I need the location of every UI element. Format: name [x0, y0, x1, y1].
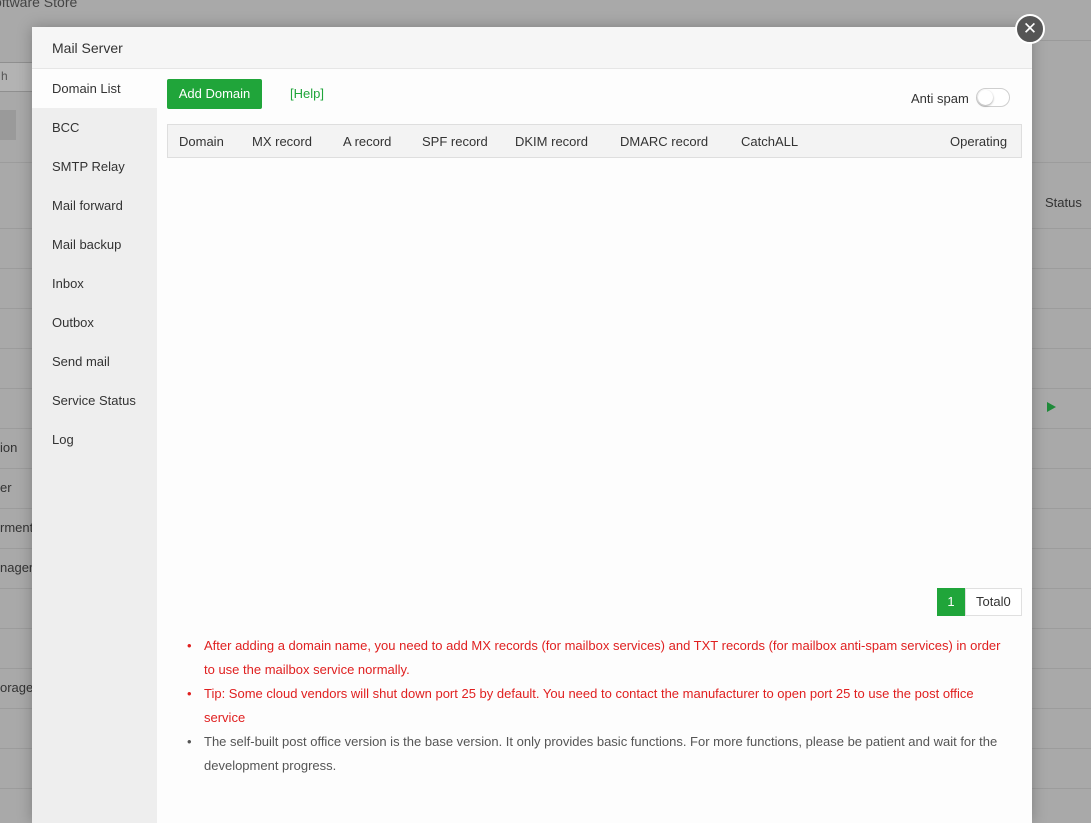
column-header-catchall: CatchALL: [741, 134, 799, 149]
sidebar-item-outbox[interactable]: Outbox: [32, 303, 157, 342]
sidebar-item-mail-forward[interactable]: Mail forward: [32, 186, 157, 225]
background-row-label: orage: [0, 680, 34, 695]
add-domain-button[interactable]: Add Domain: [167, 79, 262, 109]
domain-table-header: Domain MX record A record SPF record DKI…: [167, 124, 1022, 158]
column-header-domain: Domain: [179, 134, 224, 149]
column-header-dmarc-record: DMARC record: [620, 134, 709, 149]
background-page-title: oftware Store: [0, 0, 78, 10]
column-header-a-record: A record: [343, 134, 392, 149]
sidebar-item-bcc[interactable]: BCC: [32, 108, 157, 147]
background-row-label: er: [0, 480, 12, 495]
background-status-header: Status: [1045, 195, 1082, 210]
background-row-label: rment: [0, 520, 34, 535]
play-icon: [1047, 402, 1056, 412]
sidebar-item-domain-list[interactable]: Domain List: [32, 69, 157, 108]
column-header-operating: Operating: [950, 134, 1008, 149]
background-row-label: ion: [0, 440, 18, 455]
note-item: Tip: Some cloud vendors will shut down p…: [187, 682, 1007, 730]
dialog-content: Add Domain [Help] Anti spam Domain MX re…: [167, 69, 1022, 823]
dialog-sidebar: Domain List BCC SMTP Relay Mail forward …: [32, 69, 157, 823]
pagination-total: Total0: [965, 588, 1022, 616]
column-header-spf-record: SPF record: [422, 134, 488, 149]
mail-server-dialog: Mail Server Domain List BCC SMTP Relay M…: [32, 27, 1032, 823]
column-header-dkim-record: DKIM record: [515, 134, 588, 149]
sidebar-item-smtp-relay[interactable]: SMTP Relay: [32, 147, 157, 186]
note-item: The self-built post office version is th…: [187, 730, 1007, 778]
note-item: After adding a domain name, you need to …: [187, 634, 1007, 682]
background-search-text: h: [1, 69, 8, 83]
close-icon[interactable]: ✕: [1015, 14, 1045, 44]
column-header-mx-record: MX record: [252, 134, 312, 149]
help-link[interactable]: [Help]: [290, 86, 324, 101]
sidebar-item-inbox[interactable]: Inbox: [32, 264, 157, 303]
toggle-knob: [978, 90, 993, 105]
background-button: [0, 110, 16, 140]
dialog-title: Mail Server: [52, 40, 123, 56]
sidebar-item-log[interactable]: Log: [32, 420, 157, 459]
sidebar-item-send-mail[interactable]: Send mail: [32, 342, 157, 381]
dialog-header: Mail Server: [32, 27, 1032, 69]
sidebar-item-service-status[interactable]: Service Status: [32, 381, 157, 420]
anti-spam-label: Anti spam: [911, 91, 969, 106]
background-row-label: nager: [0, 560, 34, 575]
notes-list: After adding a domain name, you need to …: [187, 634, 1007, 778]
anti-spam-toggle[interactable]: [976, 88, 1010, 107]
sidebar-item-mail-backup[interactable]: Mail backup: [32, 225, 157, 264]
background-divider: [1032, 40, 1091, 41]
pagination-current-page[interactable]: 1: [937, 588, 965, 616]
